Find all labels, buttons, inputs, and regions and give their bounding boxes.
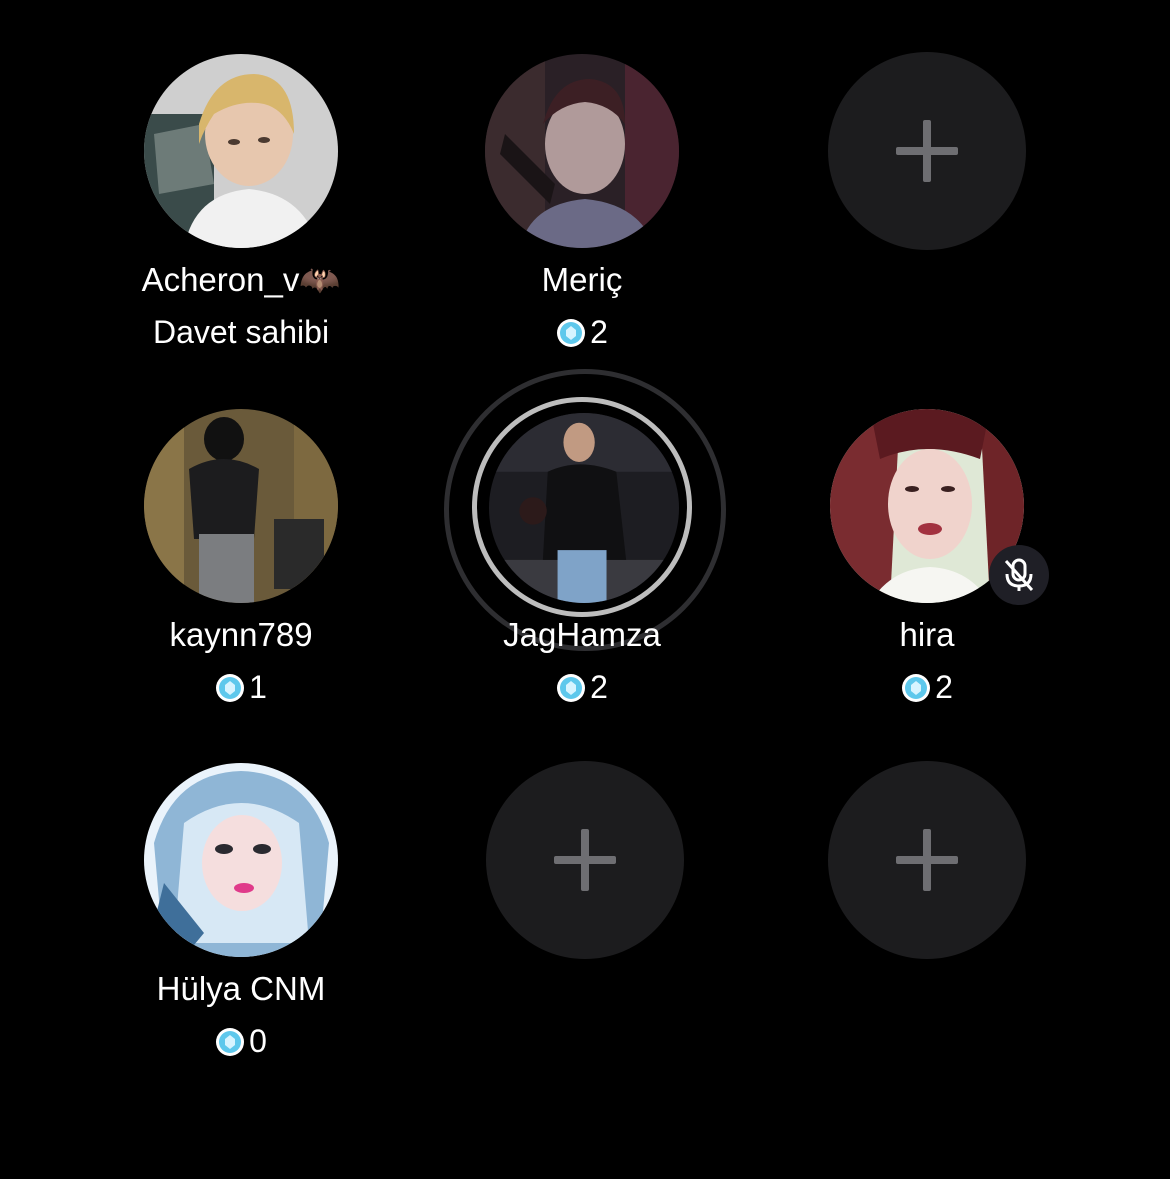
- seat-7[interactable]: Hülya CNM 0: [91, 763, 391, 1093]
- diamond-gem-icon: [556, 673, 586, 703]
- seat-9-empty[interactable]: [777, 761, 1077, 1093]
- host-label: Davet sahibi: [152, 314, 330, 350]
- seat-name: Acheron_v🦇: [141, 261, 341, 298]
- seat-6-muted[interactable]: hira 2: [777, 409, 1077, 739]
- bat-emoji: 🦇: [299, 261, 341, 298]
- avatar[interactable]: [144, 54, 338, 248]
- avatar[interactable]: [144, 763, 338, 957]
- voice-room-seat-grid: Acheron_v🦇 Davet sahibi Meriç 2 kaynn789…: [0, 0, 1170, 1179]
- avatar[interactable]: [144, 409, 338, 603]
- gem-count: 2: [432, 312, 732, 352]
- plus-icon: [896, 120, 958, 182]
- gem-count: 2: [432, 667, 732, 707]
- seat-name: JagHamza: [503, 616, 661, 653]
- plus-icon: [896, 829, 958, 891]
- seat-5-speaking[interactable]: JagHamza 2: [432, 369, 732, 739]
- seat-3-empty[interactable]: [777, 52, 1077, 384]
- diamond-gem-icon: [215, 673, 245, 703]
- seat-name: Hülya CNM: [156, 970, 326, 1007]
- add-seat-button[interactable]: [486, 761, 684, 959]
- add-seat-button[interactable]: [828, 761, 1026, 959]
- seat-2[interactable]: Meriç 2: [432, 54, 732, 384]
- avatar[interactable]: [489, 413, 679, 603]
- add-seat-button[interactable]: [828, 52, 1026, 250]
- seat-4[interactable]: kaynn789 1: [91, 409, 391, 739]
- seat-1[interactable]: Acheron_v🦇 Davet sahibi: [91, 54, 391, 384]
- mic-off-icon: [989, 545, 1049, 605]
- gem-count: 1: [91, 667, 391, 707]
- avatar[interactable]: [485, 54, 679, 248]
- plus-icon: [554, 829, 616, 891]
- diamond-gem-icon: [556, 318, 586, 348]
- seat-name: kaynn789: [169, 616, 313, 653]
- diamond-gem-icon: [901, 673, 931, 703]
- seat-name: Meriç: [541, 261, 623, 298]
- seat-8-empty[interactable]: [435, 761, 735, 1093]
- diamond-gem-icon: [215, 1027, 245, 1057]
- gem-count: 0: [91, 1021, 391, 1061]
- gem-count: 2: [777, 667, 1077, 707]
- seat-name: hira: [899, 616, 955, 653]
